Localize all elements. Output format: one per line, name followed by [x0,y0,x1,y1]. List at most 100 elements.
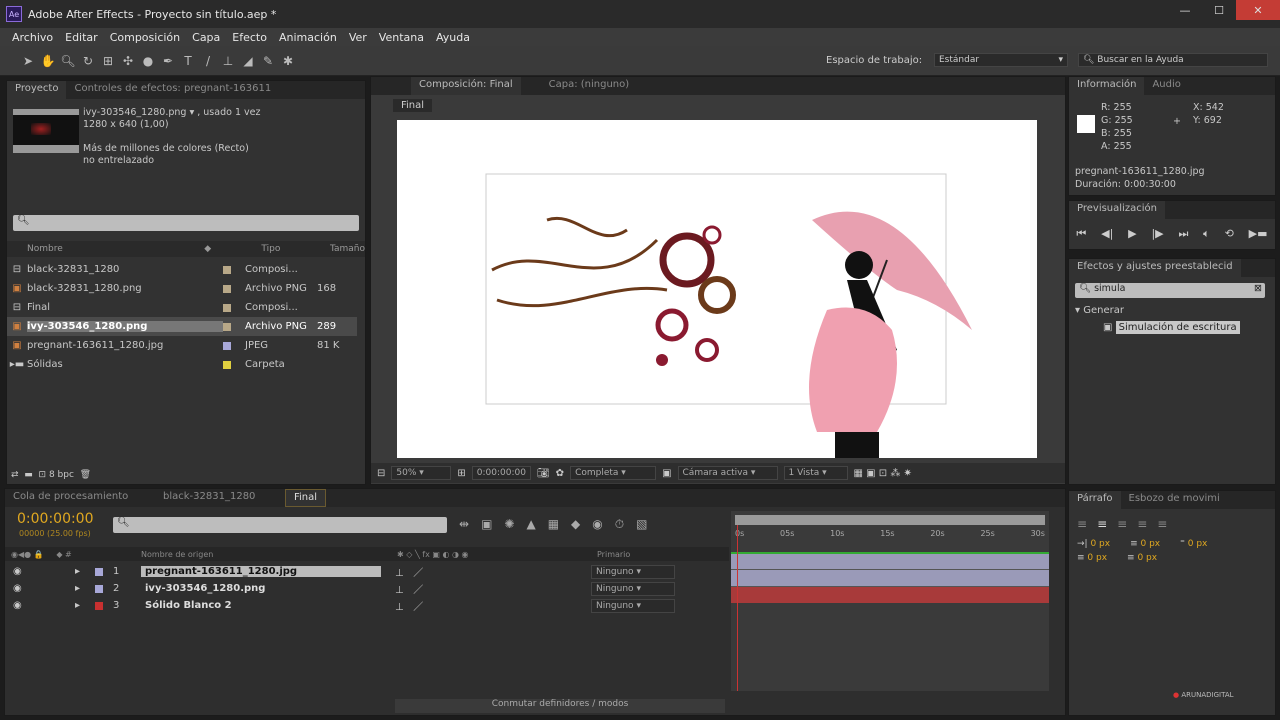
justify-icon[interactable]: ≡ [1137,517,1147,531]
effect-item[interactable]: ▣ Simulación de escritura [1103,321,1240,334]
minimize-button[interactable]: — [1168,0,1202,20]
tab-effect-controls[interactable]: Controles de efectos: pregnant-163611 [66,81,279,99]
space-after-value[interactable]: 0 px [1137,553,1157,563]
brainstorm-icon[interactable]: ◆ [571,517,580,532]
stopwatch-icon[interactable]: ⏱ [615,517,624,532]
layer-row[interactable]: ◉ ▸ 2 ivy-303546_1280.png ⊥ ／ Ninguno ▾ [5,580,729,597]
list-item[interactable]: ▣ black-32831_1280.png Archivo PNG 168 [7,279,357,298]
menu-ver[interactable]: Ver [349,31,367,44]
layer-row[interactable]: ◉ ▸ 1 pregnant-163611_1280.jpg ⊥ ／ Ninguno ▾ [5,563,729,580]
layer-name[interactable]: Sólido Blanco 2 [141,600,381,611]
list-item[interactable]: ▣ pregnant-163611_1280.jpg JPEG 81 K [7,336,357,355]
bpc-button[interactable]: 8 bpc [49,470,74,480]
audio-icon[interactable]: 🔈︎ [1203,227,1210,241]
new-comp-icon[interactable]: ⊡ [39,470,47,480]
next-frame-icon[interactable]: |▶ [1151,227,1163,241]
tab-layer[interactable]: Capa: (ninguno) [541,77,638,95]
snapshot-icon[interactable]: 📷︎ [537,468,550,479]
timeline-current-time[interactable]: 0:00:00:00 [17,511,94,527]
brush-tool-icon[interactable]: / [198,51,218,71]
view-options-icon[interactable]: ▦ ▣ ⊡ ⁂ ✷ [854,468,912,479]
shape-tool-icon[interactable]: ● [138,51,158,71]
first-line-value[interactable]: 0 px [1188,539,1208,549]
tab-render-queue[interactable]: Cola de procesamiento [5,489,155,507]
frame-blending-icon[interactable]: ▲ [526,517,535,532]
menu-efecto[interactable]: Efecto [232,31,267,44]
interpret-footage-icon[interactable]: ⇄ [11,470,19,480]
menu-archivo[interactable]: Archivo [12,31,53,44]
toggle-switches-modes[interactable]: Conmutar definidores / modos [395,699,725,713]
rotate-tool-icon[interactable]: ↻ [78,51,98,71]
indent-right-value[interactable]: 0 px [1140,539,1160,549]
tab-final[interactable]: Final [285,489,327,507]
current-time[interactable]: 0:00:00:00 [471,466,531,480]
last-frame-icon[interactable]: ⏭ [1178,227,1188,241]
layer-bar[interactable] [731,569,1049,586]
layer-row[interactable]: ◉ ▸ 3 Sólido Blanco 2 ⊥ ／ Ninguno ▾ [5,597,729,614]
graph-editor-icon[interactable]: ◉ [592,517,602,532]
resolution-select[interactable]: Completa ▾ [570,466,657,480]
text-tool-icon[interactable]: T [178,51,198,71]
puppet-tool-icon[interactable]: ✱ [278,51,298,71]
justify-all-icon[interactable]: ≡ [1157,517,1167,531]
menu-composicion[interactable]: Composición [110,31,180,44]
align-right-icon[interactable]: ≡ [1117,517,1127,531]
draft-3d-icon[interactable]: ▣ [481,517,492,532]
comp-canvas[interactable] [397,120,1037,458]
ram-preview-icon[interactable]: ▶▬ [1249,227,1268,241]
list-item[interactable]: ⊟ Final Composi... [7,298,357,317]
trash-icon[interactable]: 🗑 [80,470,91,480]
col-type[interactable]: Tipo [261,244,330,254]
eraser-tool-icon[interactable]: ◢ [238,51,258,71]
selection-tool-icon[interactable]: ➤ [18,51,38,71]
list-item[interactable]: ⊟ black-32831_1280 Composi... [7,260,357,279]
tab-audio[interactable]: Audio [1144,77,1188,95]
clone-tool-icon[interactable]: ⊥ [218,51,238,71]
menu-capa[interactable]: Capa [192,31,220,44]
comp-breadcrumb[interactable]: Final [393,99,433,112]
camera-select[interactable]: Cámara activa ▾ [677,466,778,480]
pan-behind-tool-icon[interactable]: ✣ [118,51,138,71]
effects-search-input[interactable]: 🔍︎ simula ⊠ [1075,283,1265,298]
col-size[interactable]: Tamaño [330,244,365,254]
layer-bar[interactable] [731,586,1049,603]
time-graph[interactable]: 0s 05s 10s 15s 20s 25s 30s [731,511,1049,691]
parent-select[interactable]: Ninguno ▾ [591,564,675,579]
work-area-bar[interactable] [735,515,1045,525]
camera-tool-icon[interactable]: ⊞ [98,51,118,71]
tab-composition[interactable]: Composición: Final [411,77,521,95]
first-frame-icon[interactable]: ⏮ [1076,227,1086,241]
tab-paragraph[interactable]: Párrafo [1069,491,1121,509]
tab-effects-presets[interactable]: Efectos y ajustes preestablecid [1069,259,1241,277]
menu-ayuda[interactable]: Ayuda [436,31,470,44]
zoom-select[interactable]: 50% ▾ [391,466,452,480]
roi-icon[interactable]: ▣ [662,468,671,479]
layer-name[interactable]: ivy-303546_1280.png [141,583,381,594]
region-icon[interactable]: ⊟ [377,468,385,479]
layer-name[interactable]: pregnant-163611_1280.jpg [141,566,381,577]
close-button[interactable]: ✕ [1236,0,1280,20]
maximize-button[interactable]: ☐ [1202,0,1236,20]
align-left-icon[interactable]: ≡ [1077,517,1087,531]
live-update-icon[interactable]: ▧ [636,517,647,532]
layer-bar[interactable] [731,552,1049,569]
motion-blur-icon[interactable]: ▦ [548,517,559,532]
parent-select[interactable]: Ninguno ▾ [591,598,675,613]
col-name[interactable]: Nombre [27,244,204,254]
list-item-selected[interactable]: ▣ ivy-303546_1280.png Archivo PNG 289 [7,317,357,336]
space-before-value[interactable]: 0 px [1087,553,1107,563]
help-search-input[interactable]: 🔍︎ Buscar en la Ayuda [1078,53,1268,67]
comp-mini-flowchart-icon[interactable]: ⇹ [459,517,469,532]
project-search-input[interactable]: 🔍︎ [13,215,359,231]
category-generar[interactable]: ▾ Generar [1075,305,1124,316]
col-source-name[interactable]: Nombre de origen [141,550,397,559]
col-parent[interactable]: Primario [597,550,630,559]
align-center-icon[interactable]: ≡ [1097,517,1107,531]
safe-zones-icon[interactable]: ⊞ [457,468,465,479]
new-folder-icon[interactable]: ▬ [24,470,33,480]
playhead[interactable] [737,525,738,691]
zoom-tool-icon[interactable]: 🔍︎ [58,51,78,71]
menu-animacion[interactable]: Animación [279,31,337,44]
tab-info[interactable]: Información [1069,77,1145,95]
prev-frame-icon[interactable]: ◀| [1101,227,1113,241]
